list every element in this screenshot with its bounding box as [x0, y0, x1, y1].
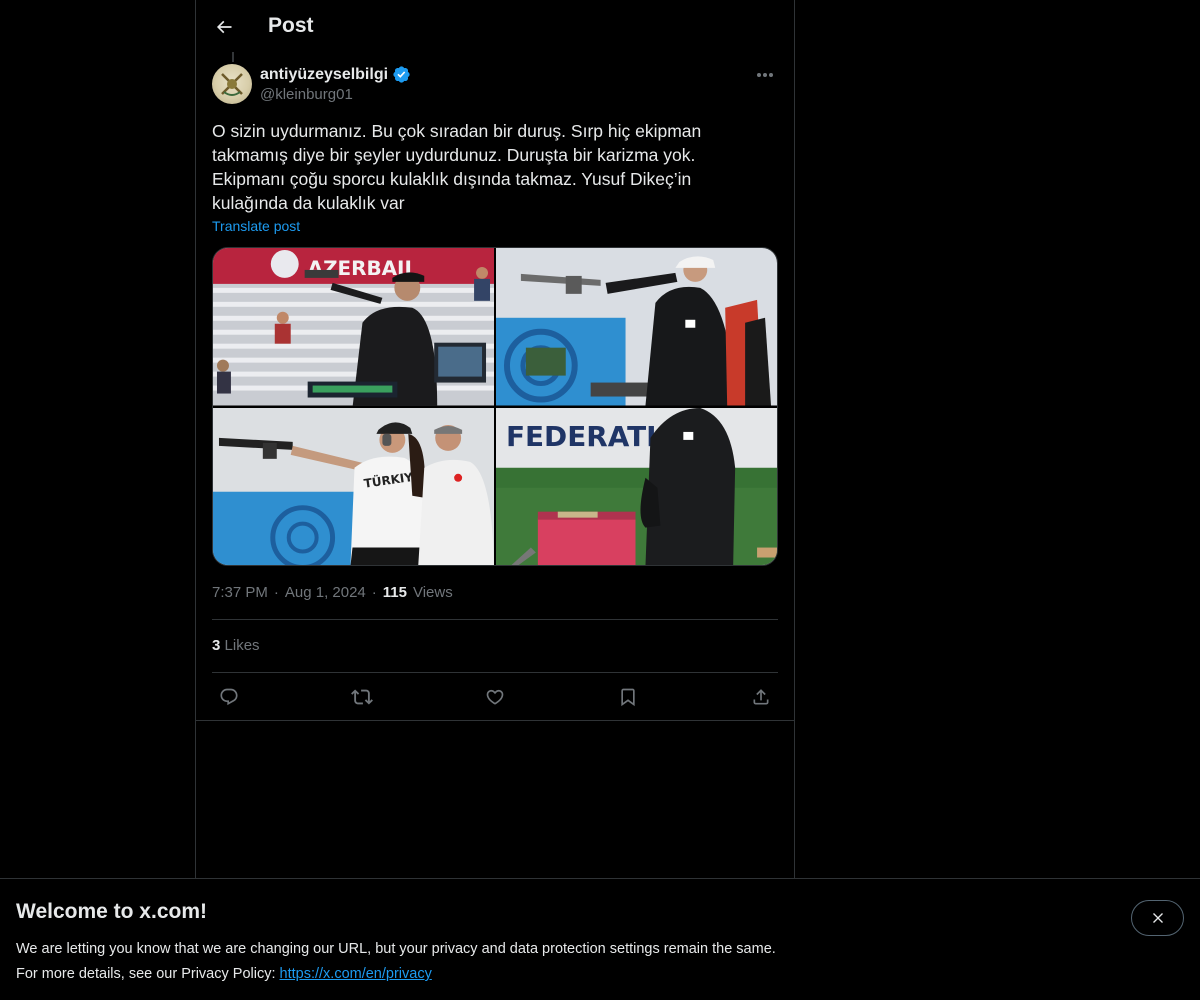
separator-dot: · — [273, 584, 279, 601]
verified-badge-icon — [393, 66, 410, 83]
views-label: Views — [412, 584, 453, 601]
author-name-text[interactable]: antiyüzeyselbilgi — [260, 66, 388, 84]
more-options-button[interactable] — [750, 64, 780, 86]
welcome-banner: Welcome to x.com! We are letting you kno… — [0, 878, 1200, 1000]
banner-line-2: For more details, see our Privacy Policy… — [16, 962, 776, 987]
likes-link[interactable]: 3 Likes — [212, 637, 260, 654]
author-name[interactable]: antiyüzeyselbilgi — [260, 65, 411, 84]
divider — [212, 672, 778, 673]
like-icon — [486, 689, 504, 705]
repost-icon — [351, 689, 373, 705]
banner-line-2-prefix: For more details, see our Privacy Policy… — [16, 966, 280, 982]
thread-connector-line — [232, 52, 234, 62]
more-horizontal-icon — [757, 73, 773, 77]
media-grid: AZERBAIJ TÜRKIYE FEDERATION — [212, 247, 778, 566]
banner-text: We are letting you know that we are chan… — [16, 937, 776, 987]
turkish-shooters-photo[interactable]: TÜRKIYE — [213, 407, 494, 565]
banner-line-1: We are letting you know that we are chan… — [16, 941, 776, 957]
page-title: Post — [268, 14, 314, 37]
separator-dot: · — [371, 584, 377, 601]
post-header: Post — [196, 0, 794, 54]
close-banner-button[interactable] — [1131, 900, 1184, 936]
avatar[interactable] — [212, 64, 252, 104]
post-date[interactable]: Aug 1, 2024 — [285, 584, 366, 601]
bookmark-button[interactable] — [611, 681, 645, 713]
banner-title: Welcome to x.com! — [16, 900, 207, 923]
post-meta: 7:37 PM · Aug 1, 2024 · 115 Views — [212, 584, 453, 601]
likes-count: 3 — [212, 637, 221, 654]
reply-icon — [220, 688, 238, 706]
avatar-emblem-icon — [221, 73, 243, 96]
views-count: 115 — [382, 584, 407, 601]
share-button[interactable] — [744, 681, 778, 713]
shooter-stadium-photo[interactable]: AZERBAIJ — [213, 248, 494, 406]
divider — [212, 619, 778, 620]
close-icon — [1152, 913, 1163, 923]
bookmark-icon — [621, 688, 635, 707]
like-button[interactable] — [478, 681, 512, 713]
primary-column: Post antiyüzeyselbilgi @kleinburg01 O si… — [195, 0, 795, 878]
reply-button[interactable] — [212, 681, 246, 713]
likes-label: Likes — [224, 637, 260, 654]
post-text: O sizin uydurmanız. Bu çok sıradan bir d… — [212, 121, 702, 213]
arrow-left-icon — [216, 20, 232, 34]
author-handle[interactable]: @kleinburg01 — [260, 86, 353, 103]
divider — [196, 720, 794, 721]
post-time[interactable]: 7:37 PM — [212, 584, 268, 601]
post-actions — [212, 681, 778, 713]
repost-button[interactable] — [345, 681, 379, 713]
shooter-white-cap-photo[interactable] — [496, 248, 777, 406]
back-button[interactable] — [208, 11, 240, 43]
share-icon — [753, 689, 769, 705]
translate-post-link[interactable]: Translate post — [212, 218, 300, 234]
shooter-hand-in-pocket-photo[interactable]: FEDERATION — [496, 407, 777, 565]
privacy-policy-link[interactable]: https://x.com/en/privacy — [280, 966, 432, 982]
